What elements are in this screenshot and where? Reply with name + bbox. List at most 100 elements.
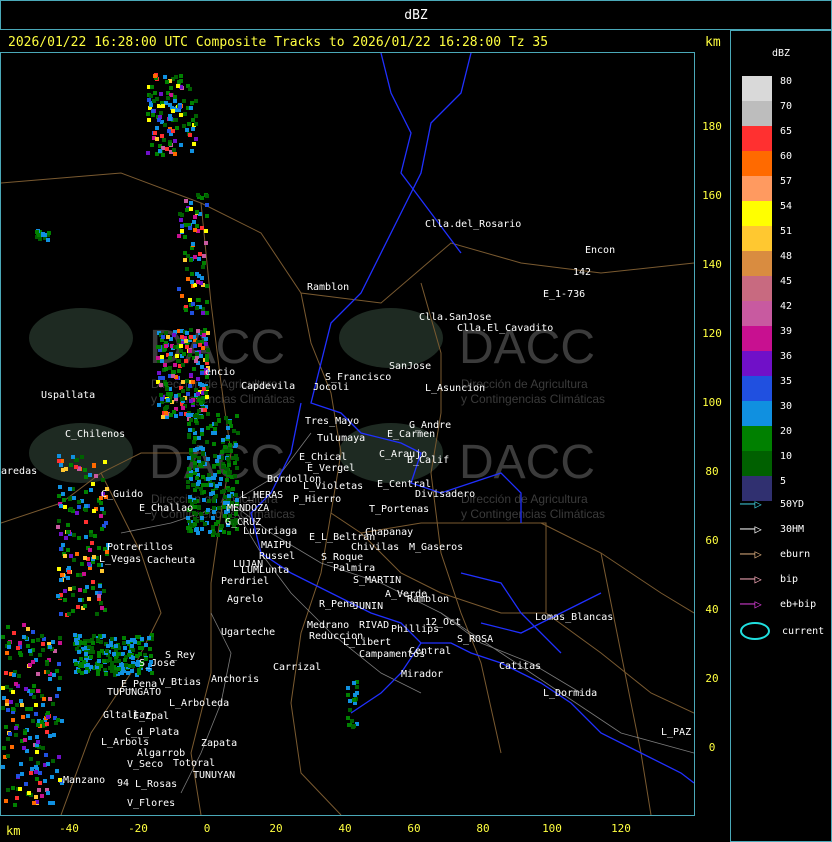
echo-pixel xyxy=(28,663,32,667)
echo-pixel xyxy=(75,511,79,515)
legend-value: 65 xyxy=(780,126,793,137)
echo-pixel xyxy=(191,380,195,384)
echo-pixel xyxy=(212,464,216,468)
place-label: Anchoris xyxy=(211,674,259,685)
echo-pixel xyxy=(94,474,98,478)
echo-pixel xyxy=(91,586,95,590)
echo-pixel xyxy=(57,519,61,523)
echo-pixel xyxy=(181,363,185,367)
track-legend-item[interactable]: ──▷ 30HM xyxy=(740,522,804,536)
track-legend-item[interactable]: ──▷ eburn xyxy=(740,547,810,561)
track-legend-item[interactable]: ──▷ 50YD xyxy=(740,497,804,511)
place-label: Phillips xyxy=(391,624,439,635)
echo-pixel xyxy=(6,708,10,712)
track-legend-item[interactable]: ──▷ eb+bip xyxy=(740,597,816,611)
echo-pixel xyxy=(48,697,52,701)
echo-pixel xyxy=(165,147,169,151)
place-label: L_Dormida xyxy=(543,688,597,699)
echo-pixel xyxy=(205,214,209,218)
echo-pixel xyxy=(51,759,55,763)
echo-pixel xyxy=(185,267,189,271)
place-label: SanJose xyxy=(389,361,431,372)
place-label: Encon xyxy=(585,245,615,256)
echo-pixel xyxy=(184,199,188,203)
echo-pixel xyxy=(185,331,189,335)
echo-pixel xyxy=(131,664,135,668)
echo-pixel xyxy=(196,280,200,284)
echo-pixel xyxy=(140,637,144,641)
y-tick-label: 60 xyxy=(705,534,719,547)
legend-swatch xyxy=(742,151,772,176)
echo-pixel xyxy=(189,399,193,403)
echo-pixel xyxy=(32,801,36,805)
echo-pixel xyxy=(59,463,63,467)
echo-pixel xyxy=(84,490,88,494)
echo-pixel xyxy=(350,719,354,723)
echo-pixel xyxy=(34,703,38,707)
legend-swatch xyxy=(742,176,772,201)
place-label: aredas xyxy=(1,466,37,477)
echo-pixel xyxy=(161,415,165,419)
echo-pixel xyxy=(189,201,193,205)
echo-pixel xyxy=(23,731,27,735)
echo-pixel xyxy=(83,556,87,560)
track-legend-item[interactable]: ──▷ bip xyxy=(740,572,798,586)
track-legend-item[interactable]: current xyxy=(740,622,824,640)
echo-pixel xyxy=(98,634,102,638)
echo-pixel xyxy=(180,335,184,339)
echo-pixel xyxy=(226,457,230,461)
legend-swatch xyxy=(742,201,772,226)
echo-pixel xyxy=(204,342,208,346)
echo-pixel xyxy=(109,643,113,647)
track-label: 50YD xyxy=(780,499,805,510)
echo-pixel xyxy=(58,485,62,489)
place-label: E_Carmen xyxy=(387,429,435,440)
echo-pixel xyxy=(172,370,176,374)
echo-pixel xyxy=(77,500,81,504)
echo-pixel xyxy=(206,477,210,481)
echo-pixel xyxy=(78,588,82,592)
place-label: Agrelo xyxy=(227,594,263,605)
echo-pixel xyxy=(14,682,18,686)
echo-pixel xyxy=(137,671,141,675)
echo-pixel xyxy=(188,353,192,357)
echo-pixel xyxy=(177,234,181,238)
echo-pixel xyxy=(10,745,14,749)
radar-map[interactable]: DACCDirección de Agriculturay Contingenc… xyxy=(1,53,694,815)
echo-pixel xyxy=(163,123,167,127)
echo-pixel xyxy=(12,673,16,677)
echo-pixel xyxy=(72,496,76,500)
echo-pixel xyxy=(61,492,65,496)
echo-pixel xyxy=(205,395,209,399)
place-label: E_Chical xyxy=(299,452,347,463)
echo-pixel xyxy=(80,455,84,459)
echo-pixel xyxy=(15,796,19,800)
echo-pixel xyxy=(60,573,64,577)
place-label: L_Asuncion xyxy=(425,383,485,394)
echo-pixel xyxy=(190,280,194,284)
dacc-subtitle: Dirección de Agricultura xyxy=(461,492,588,506)
echo-pixel xyxy=(164,344,168,348)
echo-pixel xyxy=(181,397,185,401)
echo-pixel xyxy=(73,633,77,637)
echo-pixel xyxy=(233,461,237,465)
place-label: Luzuriaga xyxy=(243,526,297,537)
echo-pixel xyxy=(205,284,209,288)
echo-pixel xyxy=(147,118,151,122)
echo-pixel xyxy=(63,505,67,509)
echo-pixel xyxy=(57,755,61,759)
echo-pixel xyxy=(189,418,193,422)
place-label: encio xyxy=(205,367,235,378)
echo-pixel xyxy=(120,671,124,675)
place-label: LUMLunta xyxy=(241,565,289,576)
echo-pixel xyxy=(355,685,359,689)
echo-pixel xyxy=(184,308,188,312)
echo-pixel xyxy=(74,465,78,469)
y-tick-label: 160 xyxy=(702,189,722,202)
echo-pixel xyxy=(220,450,224,454)
echo-pixel xyxy=(11,707,15,711)
y-tick-label: 180 xyxy=(702,120,722,133)
echo-pixel xyxy=(173,95,177,99)
echo-pixel xyxy=(212,476,216,480)
echo-pixel xyxy=(36,638,40,642)
